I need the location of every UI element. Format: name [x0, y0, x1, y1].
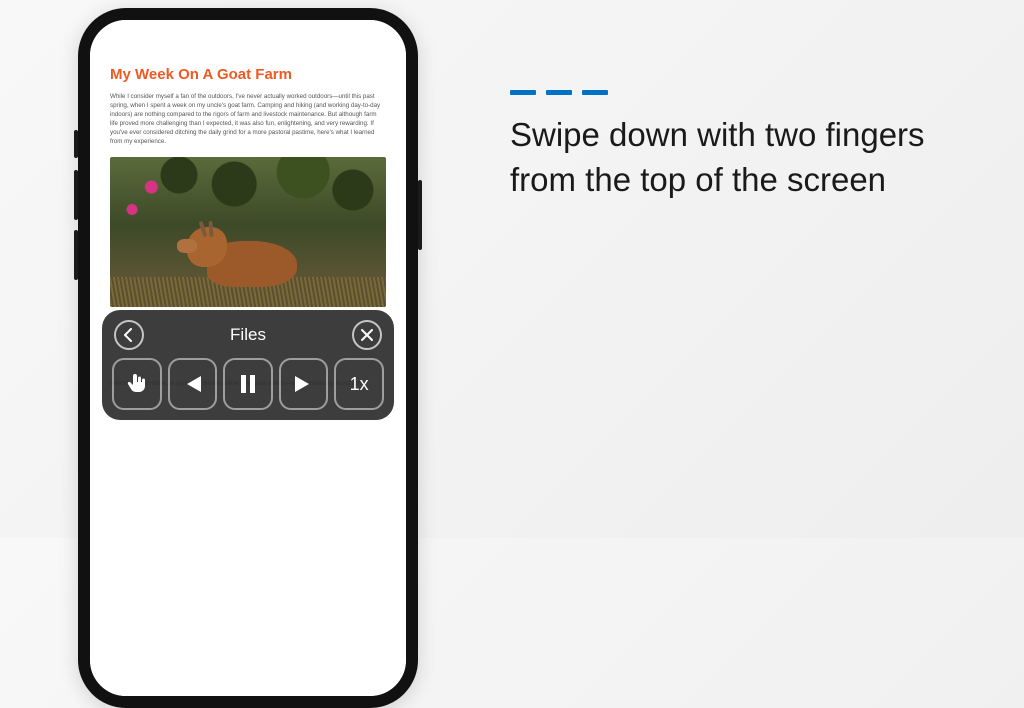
phone-screen: My Week On A Goat Farm While I consider …	[90, 20, 406, 696]
skip-back-icon	[181, 374, 203, 394]
skip-forward-icon	[293, 374, 315, 394]
power-button	[418, 180, 422, 250]
volume-button	[74, 130, 78, 158]
speak-screen-panel: Files	[102, 310, 394, 420]
pause-button[interactable]	[223, 358, 273, 410]
volume-button	[74, 230, 78, 280]
rate-label: 1x	[350, 374, 369, 395]
rate-button[interactable]: 1x	[334, 358, 384, 410]
phone-frame: My Week On A Goat Farm While I consider …	[78, 8, 418, 708]
previous-button[interactable]	[168, 358, 218, 410]
document-body: While I consider myself a fan of the out…	[110, 93, 386, 147]
next-button[interactable]	[279, 358, 329, 410]
instruction-block: Swipe down with two fingers from the top…	[510, 90, 950, 202]
accent-dashes	[510, 90, 950, 95]
gesture-button[interactable]	[112, 358, 162, 410]
document-title: My Week On A Goat Farm	[110, 66, 386, 83]
hand-point-icon	[125, 371, 149, 397]
close-icon	[361, 329, 373, 341]
back-button[interactable]	[114, 320, 144, 350]
pause-icon	[239, 374, 257, 394]
volume-button	[74, 170, 78, 220]
panel-title: Files	[144, 325, 352, 345]
document-image	[110, 157, 386, 307]
instruction-text: Swipe down with two fingers from the top…	[510, 113, 950, 202]
chevron-left-icon	[123, 328, 135, 342]
close-button[interactable]	[352, 320, 382, 350]
